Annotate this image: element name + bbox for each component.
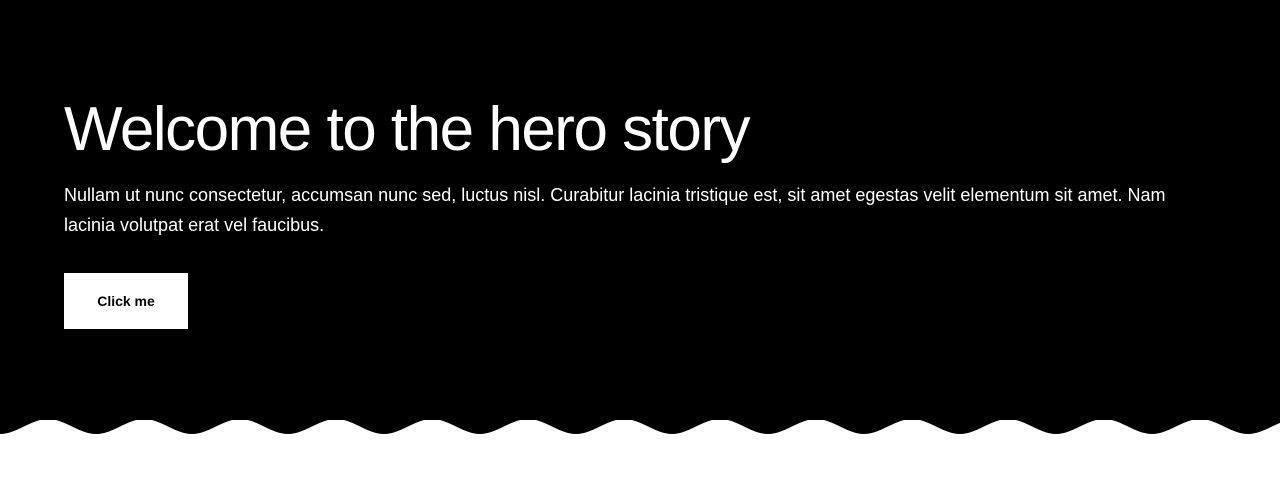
hero-description: Nullam ut nunc consectetur, accumsan nun… (64, 185, 1166, 235)
hero-content: Welcome to the hero story Nullam ut nunc… (64, 92, 1194, 329)
hero-title: Welcome to the hero story (64, 95, 751, 164)
hero-section: Welcome to the hero story Nullam ut nunc… (0, 0, 1280, 480)
click-me-button[interactable]: Click me (64, 273, 188, 329)
wave-divider (0, 419, 1280, 434)
